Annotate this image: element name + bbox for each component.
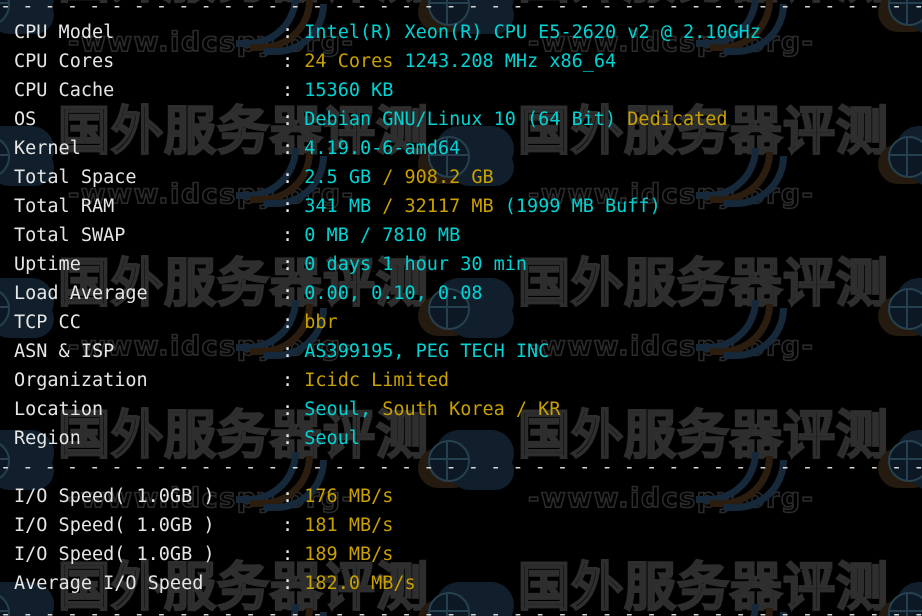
- system-info-row: Region: Seoul: [0, 424, 922, 453]
- system-info-label: CPU Cache: [0, 76, 282, 105]
- system-info-colon: :: [282, 312, 304, 333]
- system-info-value: 24 Cores: [304, 51, 393, 72]
- separator-bottom: - - - - - - - - - - - - - - - - - - - - …: [0, 598, 922, 616]
- system-info-colon: :: [282, 341, 304, 362]
- system-info-row: OS: Debian GNU/Linux 10 (64 Bit) Dedicat…: [0, 105, 922, 134]
- system-info-label: Organization: [0, 366, 282, 395]
- system-info-value: Intel(R) Xeon(R) CPU E5-2620 v2 @ 2.10GH…: [304, 22, 761, 43]
- system-info-value: 0.00, 0.10, 0.08: [304, 283, 482, 304]
- io-speed-label: I/O Speed( 1.0GB ): [0, 482, 282, 511]
- system-info-label: CPU Cores: [0, 47, 282, 76]
- io-speed-value: 182.0 MB/s: [304, 573, 415, 594]
- io-speed-row: I/O Speed( 1.0GB ): 176 MB/s: [0, 482, 922, 511]
- io-speed-value: 189 MB/s: [304, 544, 393, 565]
- system-info-row: Organization: Icidc Limited: [0, 366, 922, 395]
- system-info-colon: :: [282, 283, 304, 304]
- system-info-block: CPU Model: Intel(R) Xeon(R) CPU E5-2620 …: [0, 18, 922, 453]
- io-speed-row: Average I/O Speed: 182.0 MB/s: [0, 569, 922, 598]
- io-speed-label: I/O Speed( 1.0GB ): [0, 511, 282, 540]
- system-info-colon: :: [282, 22, 304, 43]
- io-speed-label: I/O Speed( 1.0GB ): [0, 540, 282, 569]
- system-info-row: TCP CC: bbr: [0, 308, 922, 337]
- system-info-label: Uptime: [0, 250, 282, 279]
- system-info-value: Seoul,: [304, 399, 382, 420]
- io-speed-block: I/O Speed( 1.0GB ): 176 MB/sI/O Speed( 1…: [0, 482, 922, 598]
- io-speed-row: I/O Speed( 1.0GB ): 189 MB/s: [0, 540, 922, 569]
- system-info-colon: :: [282, 428, 304, 449]
- system-info-value: 4.19.0-6-amd64: [304, 138, 460, 159]
- separator-top: - - - - - - - - - - - - - - - - - - - - …: [0, 0, 922, 18]
- system-info-row: Load Average: 0.00, 0.10, 0.08: [0, 279, 922, 308]
- io-speed-value: 181 MB/s: [304, 515, 393, 536]
- system-info-value: South Korea / KR: [382, 399, 560, 420]
- system-info-value: 0 MB / 7810 MB: [304, 225, 460, 246]
- system-info-row: Total Space: 2.5 GB / 908.2 GB: [0, 163, 922, 192]
- system-info-row: Total SWAP: 0 MB / 7810 MB: [0, 221, 922, 250]
- system-info-value: (1999 MB Buff): [505, 196, 661, 217]
- system-info-label: OS: [0, 105, 282, 134]
- system-info-label: Total SWAP: [0, 221, 282, 250]
- system-info-label: Region: [0, 424, 282, 453]
- system-info-value: 341 MB: [304, 196, 382, 217]
- system-info-label: Location: [0, 395, 282, 424]
- system-info-colon: :: [282, 138, 304, 159]
- separator-middle: - - - - - - - - - - - - - - - - - - - - …: [0, 453, 922, 482]
- system-info-label: Load Average: [0, 279, 282, 308]
- system-info-colon: :: [282, 80, 304, 101]
- system-info-value: 15360 KB: [304, 80, 393, 101]
- system-info-row: ASN & ISP: AS399195, PEG TECH INC: [0, 337, 922, 366]
- system-info-value: AS399195, PEG TECH INC: [304, 341, 549, 362]
- system-info-value: / 32117 MB: [382, 196, 505, 217]
- terminal-window: 国外服务器评测-www.idcspy.org-国外服务器评测-www.idcsp…: [0, 0, 922, 616]
- io-speed-colon: :: [282, 515, 304, 536]
- system-info-label: Total RAM: [0, 192, 282, 221]
- system-info-value: 2.5 GB: [304, 167, 382, 188]
- system-info-value: bbr: [304, 312, 337, 333]
- system-info-row: Uptime: 0 days 1 hour 30 min: [0, 250, 922, 279]
- io-speed-colon: :: [282, 573, 304, 594]
- system-info-label: ASN & ISP: [0, 337, 282, 366]
- system-info-label: Total Space: [0, 163, 282, 192]
- io-speed-colon: :: [282, 486, 304, 507]
- system-info-row: Total RAM: 341 MB / 32117 MB (1999 MB Bu…: [0, 192, 922, 221]
- system-info-label: TCP CC: [0, 308, 282, 337]
- system-info-colon: :: [282, 196, 304, 217]
- system-info-row: CPU Model: Intel(R) Xeon(R) CPU E5-2620 …: [0, 18, 922, 47]
- system-info-colon: :: [282, 370, 304, 391]
- io-speed-value: 176 MB/s: [304, 486, 393, 507]
- system-info-value: Debian GNU/Linux 10 (64 Bit): [304, 109, 616, 130]
- io-speed-colon: :: [282, 544, 304, 565]
- io-speed-label: Average I/O Speed: [0, 569, 282, 598]
- system-info-colon: :: [282, 167, 304, 188]
- system-info-value: Seoul: [304, 428, 360, 449]
- terminal-output: - - - - - - - - - - - - - - - - - - - - …: [0, 0, 922, 616]
- system-info-value: / 908.2 GB: [382, 167, 493, 188]
- system-info-label: CPU Model: [0, 18, 282, 47]
- system-info-value: Dedicated: [616, 109, 727, 130]
- system-info-colon: :: [282, 225, 304, 246]
- system-info-value: 0 days 1 hour 30 min: [304, 254, 527, 275]
- system-info-value: 1243.208 MHz x86_64: [393, 51, 616, 72]
- io-speed-row: I/O Speed( 1.0GB ): 181 MB/s: [0, 511, 922, 540]
- system-info-colon: :: [282, 51, 304, 72]
- system-info-row: Location: Seoul, South Korea / KR: [0, 395, 922, 424]
- system-info-colon: :: [282, 254, 304, 275]
- system-info-label: Kernel: [0, 134, 282, 163]
- system-info-row: CPU Cores: 24 Cores 1243.208 MHz x86_64: [0, 47, 922, 76]
- system-info-colon: :: [282, 399, 304, 420]
- system-info-colon: :: [282, 109, 304, 130]
- system-info-row: CPU Cache: 15360 KB: [0, 76, 922, 105]
- system-info-row: Kernel: 4.19.0-6-amd64: [0, 134, 922, 163]
- system-info-value: Icidc Limited: [304, 370, 449, 391]
